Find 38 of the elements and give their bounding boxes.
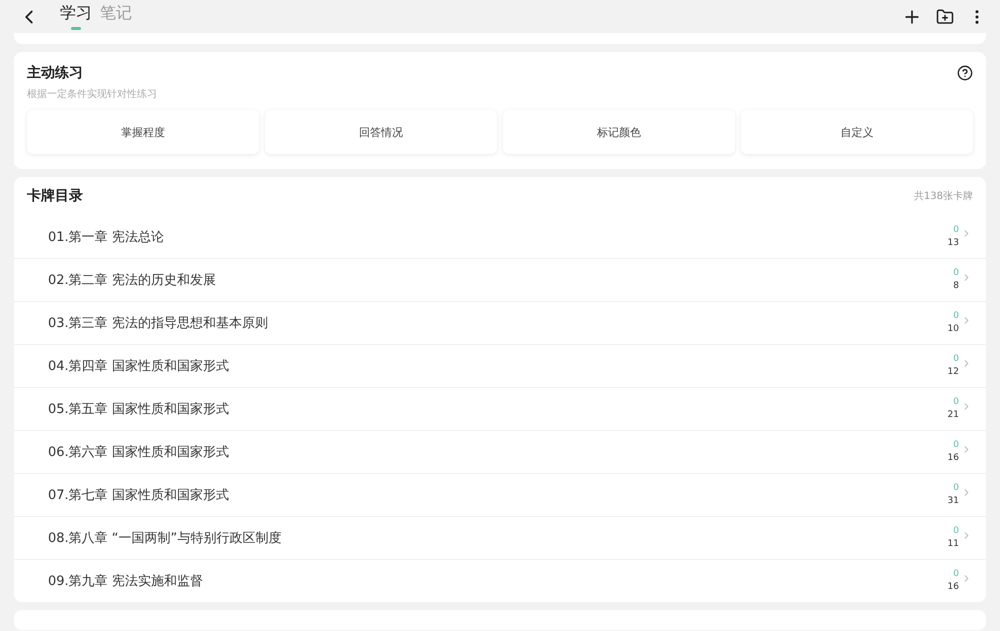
- due-count: 0: [953, 482, 959, 495]
- card-count: 8: [953, 280, 959, 293]
- practice-option[interactable]: 掌握程度: [27, 110, 259, 154]
- chapter-row[interactable]: 03.第三章 宪法的指导思想和基本原则 0 10: [14, 301, 986, 344]
- practice-option[interactable]: 自定义: [741, 110, 973, 154]
- chapter-row[interactable]: 04.第四章 国家性质和国家形式 0 12: [14, 344, 986, 387]
- card-total: 共138张卡牌: [914, 190, 973, 203]
- chapter-row[interactable]: 01.第一章 宪法总论 0 13: [14, 215, 986, 258]
- folder-plus-icon[interactable]: [936, 8, 954, 26]
- chapter-row[interactable]: 02.第二章 宪法的历史和发展 0 8: [14, 258, 986, 301]
- chapter-row[interactable]: 07.第七章 国家性质和国家形式 0 31: [14, 473, 986, 516]
- section-subtitle: 根据一定条件实现针对性练习: [27, 88, 158, 101]
- chapter-row[interactable]: 08.第八章 “一国两制”与特别行政区制度 0 11: [14, 516, 986, 559]
- section-title: 主动练习: [27, 64, 83, 82]
- card-count: 16: [948, 452, 959, 465]
- due-count: 0: [953, 439, 959, 452]
- practice-option[interactable]: 标记颜色: [503, 110, 735, 154]
- due-count: 0: [953, 267, 959, 280]
- card-count: 10: [948, 323, 959, 336]
- due-count: 0: [953, 568, 959, 581]
- card-count: 11: [948, 538, 959, 551]
- due-count: 0: [953, 525, 959, 538]
- card-count: 21: [948, 409, 959, 422]
- chapter-row[interactable]: 09.第九章 宪法实施和监督 0 16: [14, 559, 986, 602]
- chapter-row[interactable]: 05.第五章 国家性质和国家形式 0 21: [14, 387, 986, 430]
- tab[interactable]: 学习: [60, 3, 92, 30]
- card-count: 13: [948, 236, 959, 250]
- section-title: 卡牌目录: [27, 187, 83, 205]
- practice-option[interactable]: 回答情况: [265, 110, 497, 154]
- chapter-row[interactable]: 06.第六章 国家性质和国家形式 0 16: [14, 430, 986, 473]
- due-count: 0: [953, 396, 959, 409]
- help-icon[interactable]: [957, 65, 973, 81]
- card-count: 12: [948, 366, 959, 379]
- due-count: 0: [953, 310, 959, 323]
- card-count: 16: [948, 581, 959, 594]
- due-count: 0: [953, 353, 959, 366]
- card-count: 31: [948, 495, 959, 508]
- due-count: 0: [953, 224, 959, 236]
